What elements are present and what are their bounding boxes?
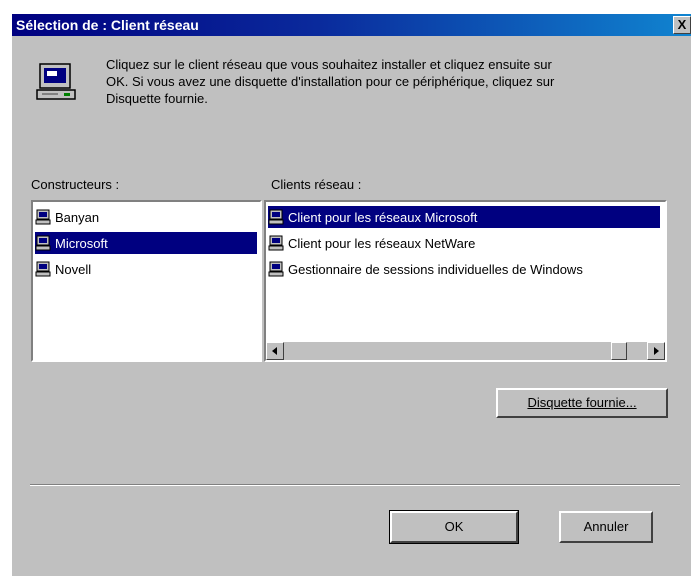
manufacturers-label: Constructeurs : (31, 177, 120, 192)
list-item-label: Client pour les réseaux NetWare (288, 235, 476, 251)
list-item-label: Novell (55, 261, 92, 277)
network-icon (268, 261, 284, 277)
network-icon (35, 209, 51, 225)
ok-label: OK (444, 519, 464, 534)
horizontal-scrollbar[interactable] (266, 342, 665, 360)
list-item[interactable]: Gestionnaire de sessions individuelles d… (268, 258, 587, 280)
clients-list[interactable]: Client pour les réseaux Microsoft Client… (264, 200, 667, 362)
cancel-label: Annuler (583, 519, 629, 534)
network-icon (268, 209, 284, 225)
arrow-left-icon (272, 347, 277, 355)
instruction-text: Cliquez sur le client réseau que vous so… (106, 57, 555, 106)
have-disk-label: Disquette fournie... (527, 395, 637, 410)
list-item-label: Client pour les réseaux Microsoft (288, 209, 478, 225)
list-item[interactable]: Client pour les réseaux Microsoft (268, 206, 660, 228)
close-button[interactable]: X (673, 16, 691, 34)
network-icon (35, 235, 51, 251)
list-item-label: Gestionnaire de sessions individuelles d… (288, 261, 583, 277)
list-item[interactable]: Novell (35, 258, 257, 280)
separator-highlight (30, 485, 680, 486)
network-computer-icon (36, 63, 76, 100)
dialog-window: Sélection de : Client réseau X Cliquez s… (12, 14, 691, 576)
network-icon (35, 261, 51, 277)
cancel-button[interactable]: Annuler (559, 511, 653, 543)
scroll-right-button[interactable] (647, 342, 665, 360)
manufacturers-list[interactable]: Banyan Microsoft Novell (31, 200, 262, 362)
scroll-thumb[interactable] (611, 342, 627, 360)
ok-button[interactable]: OK (389, 510, 519, 544)
list-item[interactable]: Microsoft (35, 232, 257, 254)
list-item-label: Microsoft (55, 235, 108, 251)
scroll-left-button[interactable] (266, 342, 284, 360)
network-icon (268, 235, 284, 251)
list-item[interactable]: Client pour les réseaux NetWare (268, 232, 479, 254)
list-item[interactable]: Banyan (35, 206, 257, 228)
list-item-label: Banyan (55, 209, 100, 225)
arrow-right-icon (654, 347, 659, 355)
have-disk-button[interactable]: Disquette fournie... (496, 388, 668, 418)
window-title: Sélection de : Client réseau (16, 17, 199, 33)
title-bar[interactable]: Sélection de : Client réseau X (12, 14, 691, 36)
clients-label: Clients réseau : (271, 177, 362, 192)
